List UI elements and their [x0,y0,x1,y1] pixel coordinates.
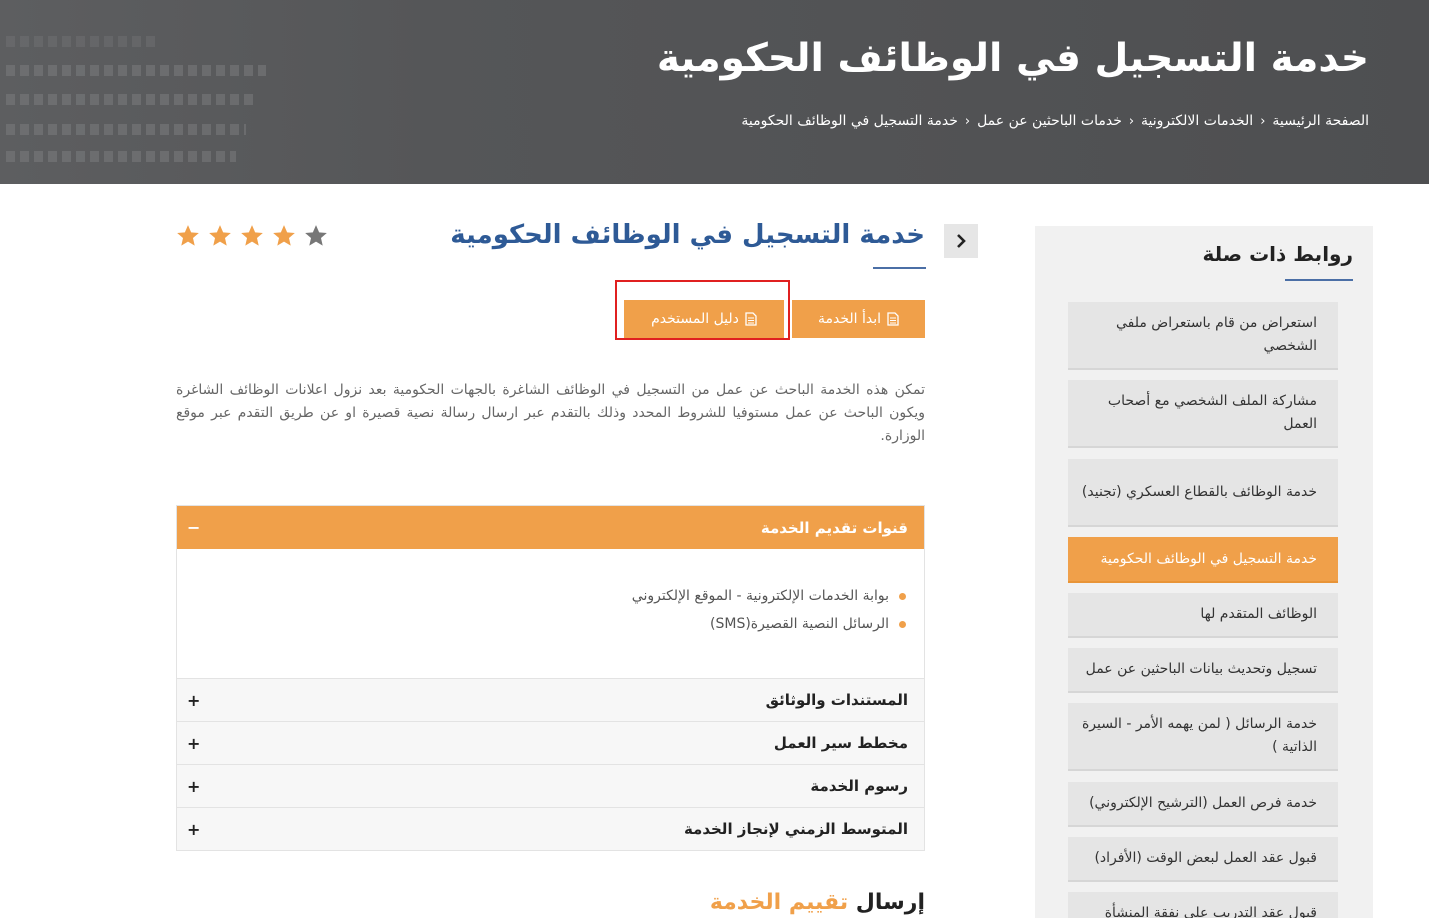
sidebar-title-underline [1285,279,1353,281]
expand-icon: + [187,690,201,710]
sidebar-item-label: تسجيل وتحديث بيانات الباحثين عن عمل [1085,661,1317,677]
page-banner: خدمة التسجيل في الوظائف الحكومية الصفحة … [0,0,1429,184]
breadcrumb: الصفحة الرئيسية ‹ الخدمات الالكترونية ‹ … [741,113,1369,129]
chevron-left-icon: ‹ [1128,113,1135,129]
rate-service-prefix: إرسال [855,890,925,915]
sidebar-item-update-jobseeker-data[interactable]: تسجيل وتحديث بيانات الباحثين عن عمل [1068,648,1338,693]
service-title-underline [873,267,926,269]
list-item: بوابة الخدمات الإلكترونية - الموقع الإلك… [177,582,906,610]
sidebar-item-label: الوظائف المتقدم لها [1200,606,1317,622]
service-title: خدمة التسجيل في الوظائف الحكومية [450,220,925,250]
highlight-annotation-box [615,280,790,340]
service-description: تمكن هذه الخدمة الباحث عن عمل من التسجيل… [176,382,925,444]
sidebar-item-label: قبول عقد التدريب على نفقة المنشأة [1104,905,1317,918]
sidebar-item-letters-service[interactable]: خدمة الرسائل ( لمن يهمه الأمر - السيرة ا… [1068,703,1338,771]
sidebar-item-military-jobs[interactable]: خدمة الوظائف بالقطاع العسكري (تجنيد) [1068,459,1338,527]
star-icon[interactable] [271,223,297,249]
breadcrumb-current: خدمة التسجيل في الوظائف الحكومية [741,113,958,129]
sidebar-item-label: خدمة التسجيل في الوظائف الحكومية [1100,550,1317,567]
bullet-icon [899,620,906,628]
document-icon [887,312,899,326]
accordion-header-documents[interactable]: المستندات والوثائق + [177,678,924,721]
sidebar-item-label: قبول عقد العمل لبعض الوقت (الأفراد) [1094,850,1317,866]
banner-building-pattern [0,30,420,180]
chevron-right-icon [957,234,966,248]
sidebar-item-profile-viewers[interactable]: استعراض من قام باستعراض ملفي الشخصي [1068,302,1338,370]
accordion-title: المستندات والوثائق [765,691,908,709]
start-service-button[interactable]: ابدأ الخدمة [792,300,925,338]
star-empty-icon[interactable] [303,223,329,249]
collapse-icon: − [187,518,201,537]
breadcrumb-jobseekers-link[interactable]: خدمات الباحثين عن عمل [977,113,1122,129]
rate-service-heading: إرسال تقييم الخدمة [710,890,925,915]
star-icon[interactable] [175,223,201,249]
service-rating[interactable] [175,223,329,249]
channel-label: الرسائل النصية القصيرة(SMS) [710,616,889,632]
sidebar-item-label: خدمة فرص العمل (الترشيح الإلكتروني) [1089,795,1317,811]
sidebar-item-job-opportunities[interactable]: خدمة فرص العمل (الترشيح الإلكتروني) [1068,782,1338,827]
start-service-label: ابدأ الخدمة [817,311,882,327]
sidebar-item-label: استعراض من قام باستعراض ملفي الشخصي [1115,315,1317,354]
sidebar-item-label: خدمة الوظائف بالقطاع العسكري (تجنيد) [1081,483,1317,500]
sidebar-item-label: خدمة الرسائل ( لمن يهمه الأمر - السيرة ا… [1081,716,1317,755]
breadcrumb-home-link[interactable]: الصفحة الرئيسية [1272,113,1369,129]
accordion-title: رسوم الخدمة [810,777,908,795]
sidebar-item-label: مشاركة الملف الشخصي مع أصحاب العمل [1107,393,1317,432]
list-item: الرسائل النصية القصيرة(SMS) [177,610,906,638]
sidebar-item-applied-jobs[interactable]: الوظائف المتقدم لها [1068,593,1338,638]
expand-icon: + [187,776,201,796]
chevron-left-icon: ‹ [964,113,971,129]
sidebar-item-part-time-contract[interactable]: قبول عقد العمل لبعض الوقت (الأفراد) [1068,837,1338,882]
star-icon[interactable] [239,223,265,249]
accordion-header-average-time[interactable]: المتوسط الزمني لإنجاز الخدمة + [177,807,924,850]
expand-icon: + [187,819,201,839]
related-links-sidebar: روابط ذات صلة استعراض من قام باستعراض مل… [1035,226,1373,918]
expand-icon: + [187,733,201,753]
accordion-header-fees[interactable]: رسوم الخدمة + [177,764,924,807]
sidebar-title: روابط ذات صلة [1202,242,1354,266]
breadcrumb-eservices-link[interactable]: الخدمات الالكترونية [1141,113,1253,129]
sidebar-item-share-profile[interactable]: مشاركة الملف الشخصي مع أصحاب العمل [1068,380,1338,448]
accordion-panel-channels: بوابة الخدمات الإلكترونية - الموقع الإلك… [177,549,924,678]
accordion-header-channels[interactable]: قنوات تقديم الخدمة − [177,506,924,549]
channel-label: بوابة الخدمات الإلكترونية - الموقع الإلك… [631,588,889,604]
bullet-icon [899,592,906,600]
banner-title: خدمة التسجيل في الوظائف الحكومية [656,36,1369,81]
accordion-header-workflow[interactable]: مخطط سير العمل + [177,721,924,764]
rate-service-accent: تقييم الخدمة [709,890,849,915]
accordion-title: قنوات تقديم الخدمة [760,518,908,537]
back-button[interactable] [944,224,978,258]
chevron-left-icon: ‹ [1260,113,1266,129]
service-details-accordion: قنوات تقديم الخدمة − بوابة الخدمات الإلك… [176,505,925,851]
star-icon[interactable] [207,223,233,249]
accordion-title: المتوسط الزمني لإنجاز الخدمة [683,820,908,838]
accordion-title: مخطط سير العمل [773,734,908,752]
sidebar-item-training-contract[interactable]: قبول عقد التدريب على نفقة المنشأة [1068,892,1338,918]
sidebar-item-government-jobs[interactable]: خدمة التسجيل في الوظائف الحكومية [1068,537,1338,583]
